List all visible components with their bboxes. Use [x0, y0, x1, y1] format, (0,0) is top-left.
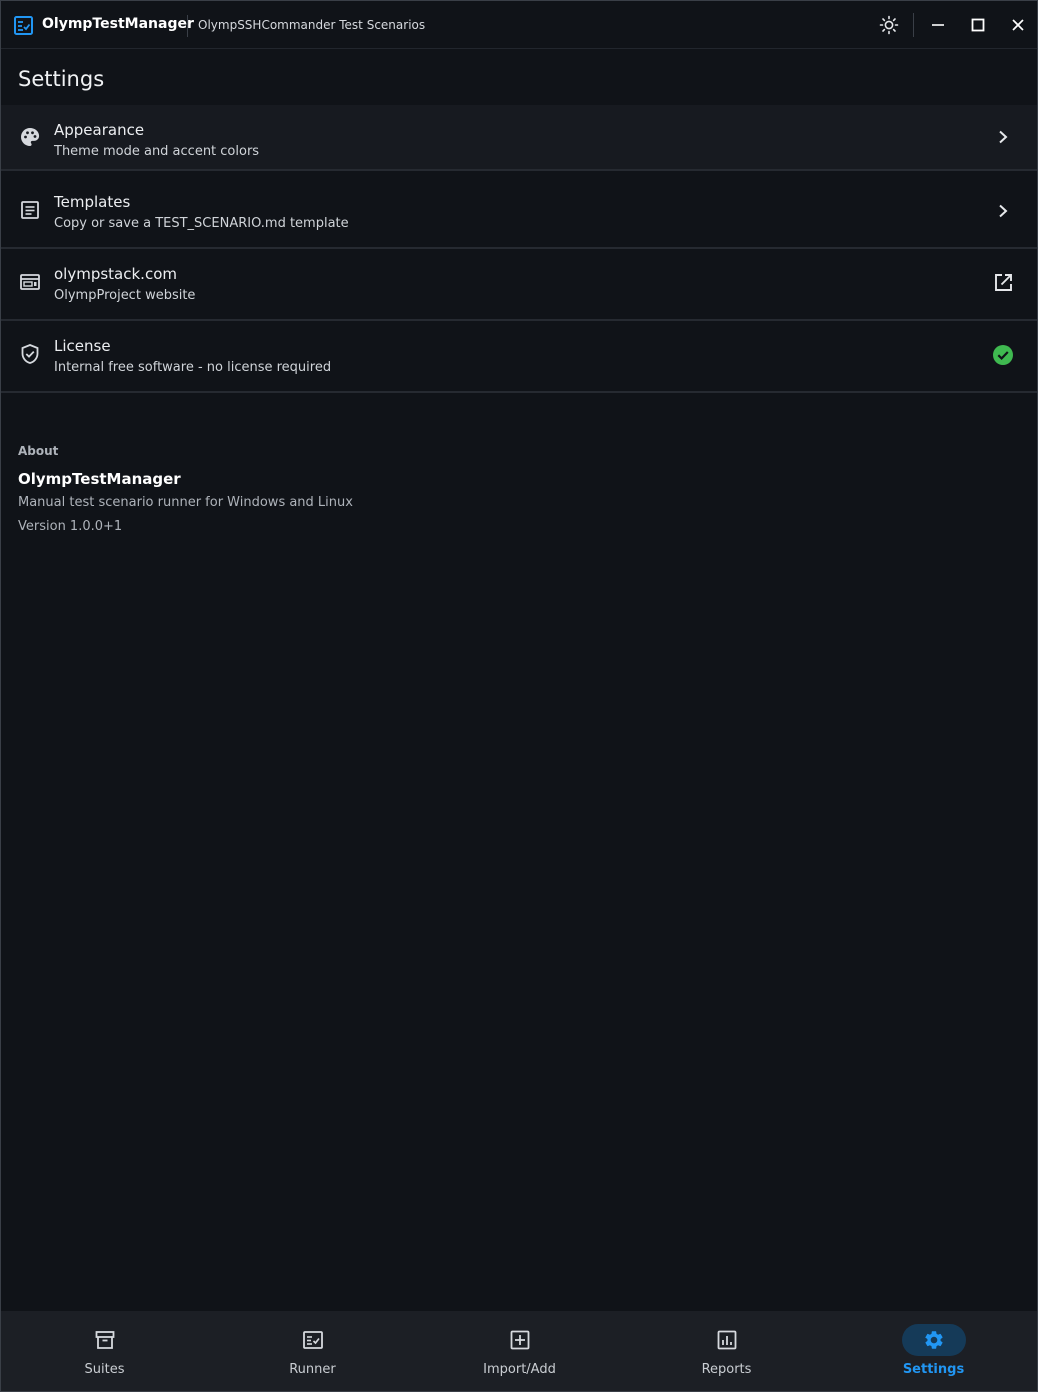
close-icon — [1012, 19, 1024, 31]
nav-icon-wrap — [695, 1324, 759, 1356]
checklist-icon — [302, 1331, 323, 1349]
gear-icon — [924, 1331, 943, 1349]
nav-item-settings[interactable]: Settings — [830, 1311, 1037, 1391]
settings-item-subtitle: Copy or save a TEST_SCENARIO.md template — [54, 216, 349, 231]
settings-item-appearance[interactable]: Appearance Theme mode and accent colors — [1, 105, 1037, 171]
nav-item-suites[interactable]: Suites — [1, 1311, 208, 1391]
title-separator — [187, 15, 188, 37]
archive-icon — [95, 1331, 114, 1349]
about-description: Manual test scenario runner for Windows … — [18, 495, 353, 510]
settings-list: Appearance Theme mode and accent colors … — [1, 105, 1037, 393]
nav-item-import-add[interactable]: Import/Add — [416, 1311, 623, 1391]
shield-check-icon — [21, 344, 39, 364]
settings-item-title: Templates — [54, 193, 131, 211]
settings-item-subtitle: Internal free software - no license requ… — [54, 360, 332, 375]
minimize-icon — [932, 24, 944, 26]
nav-label: Reports — [701, 1362, 752, 1377]
check-circle-icon — [991, 343, 1015, 367]
nav-label: Suites — [84, 1362, 125, 1377]
settings-item-license[interactable]: License Internal free software - no lice… — [1, 321, 1037, 393]
page-title: Settings — [18, 67, 105, 91]
about-app-name: OlympTestManager — [18, 470, 181, 488]
app-logo-icon — [14, 16, 33, 35]
document-icon — [21, 201, 39, 219]
nav-icon-wrap — [488, 1324, 552, 1356]
project-title: OlympSSHCommander Test Scenarios — [198, 18, 426, 32]
titlebar-separator — [913, 13, 914, 37]
nav-icon-wrap — [73, 1324, 137, 1356]
web-icon — [20, 274, 40, 290]
maximize-button[interactable] — [966, 13, 990, 37]
palette-icon — [21, 128, 40, 146]
theme-toggle-button[interactable] — [877, 13, 901, 37]
settings-item-title: Appearance — [54, 121, 145, 139]
settings-item-title: olympstack.com — [54, 265, 177, 283]
nav-icon-wrap — [901, 1324, 966, 1356]
add-box-icon — [510, 1330, 529, 1350]
about-version: Version 1.0.0+1 — [18, 519, 123, 534]
nav-label: Import/Add — [483, 1362, 556, 1377]
nav-item-reports[interactable]: Reports — [623, 1311, 830, 1391]
settings-item-website[interactable]: olympstack.com OlympProject website — [1, 249, 1037, 321]
app-title: OlympTestManager — [42, 16, 194, 32]
nav-item-runner[interactable]: Runner — [209, 1311, 416, 1391]
nav-label: Settings — [902, 1362, 965, 1377]
chevron-right-icon — [991, 125, 1015, 149]
bottom-navigation: Suites Runner Import/Add Reports Setting… — [1, 1311, 1037, 1391]
nav-label: Runner — [289, 1362, 336, 1377]
settings-item-subtitle: OlympProject website — [54, 288, 196, 303]
sun-icon — [879, 15, 899, 35]
title-bar: OlympTestManager OlympSSHCommander Test … — [1, 1, 1037, 49]
about-section-label: About — [18, 444, 59, 458]
chevron-right-icon — [991, 199, 1015, 223]
nav-icon-wrap — [281, 1324, 345, 1356]
settings-item-subtitle: Theme mode and accent colors — [54, 144, 260, 159]
app-window: OlympTestManager OlympSSHCommander Test … — [0, 0, 1038, 1392]
open-external-icon — [991, 271, 1015, 295]
settings-item-templates[interactable]: Templates Copy or save a TEST_SCENARIO.m… — [1, 177, 1037, 249]
settings-item-title: License — [54, 337, 111, 355]
maximize-icon — [971, 18, 985, 32]
close-button[interactable] — [1006, 13, 1030, 37]
minimize-button[interactable] — [926, 13, 950, 37]
bar-chart-icon — [717, 1330, 736, 1350]
